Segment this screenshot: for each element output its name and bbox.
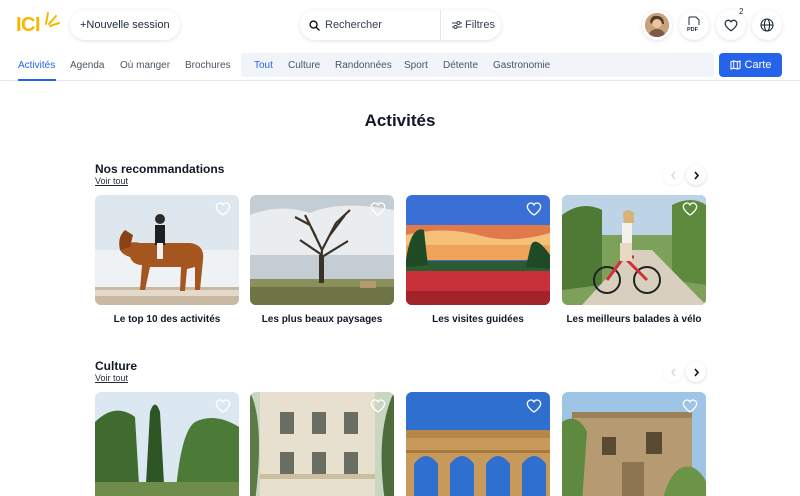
- card-title: Les plus beaux paysages: [261, 314, 383, 325]
- card-title: Les visites guidées: [432, 314, 524, 325]
- heart-icon: [724, 19, 738, 31]
- card-image: [95, 195, 239, 305]
- category-detente[interactable]: Détente: [443, 60, 478, 71]
- card-image: [95, 392, 239, 496]
- search-bar: Rechercher Filtres: [300, 10, 501, 40]
- card-title: Les meilleurs balades à vélo: [566, 314, 702, 325]
- carousel-next-button[interactable]: [686, 362, 706, 382]
- chevron-right-icon: [693, 170, 699, 180]
- avatar: [645, 13, 669, 37]
- card-image: [562, 392, 706, 496]
- card-image: [406, 392, 550, 496]
- chevron-left-icon: [670, 171, 676, 179]
- category-gastronomie[interactable]: Gastronomie: [493, 60, 550, 71]
- activity-card[interactable]: [562, 392, 706, 496]
- pdf-label: PDF: [687, 27, 699, 33]
- category-filter-bar: Tout Culture Randonnées Sport Détente Ga…: [241, 53, 714, 77]
- sliders-icon: [452, 21, 462, 29]
- favorite-heart-icon[interactable]: [370, 398, 386, 414]
- filters-label: Filtres: [465, 19, 495, 31]
- favorite-heart-icon[interactable]: [526, 201, 542, 217]
- category-randonnees[interactable]: Randonnées: [335, 60, 392, 71]
- language-button[interactable]: [752, 10, 782, 40]
- header: ICI +Nouvelle session Rechercher Filtres: [0, 0, 800, 50]
- logo-text: ICI: [16, 14, 41, 36]
- favorite-heart-icon[interactable]: [526, 398, 542, 414]
- map-button-label: Carte: [744, 59, 772, 71]
- see-all-link[interactable]: Voir tout: [95, 373, 128, 383]
- nav-item-agenda[interactable]: Agenda: [70, 60, 104, 71]
- carousel-prev-button[interactable]: [663, 362, 683, 382]
- page-title: Activités: [364, 111, 436, 130]
- pdf-file-icon: PDF: [687, 16, 700, 33]
- nav-item-activites[interactable]: Activités: [18, 60, 55, 71]
- card-image: [250, 392, 394, 496]
- favorite-heart-icon[interactable]: [215, 398, 231, 414]
- activity-card[interactable]: [406, 392, 550, 496]
- favorite-heart-icon[interactable]: [682, 398, 698, 414]
- filters-button[interactable]: Filtres: [441, 10, 495, 40]
- activity-card[interactable]: Le top 10 des activités: [95, 195, 239, 325]
- section-title: Culture: [95, 359, 137, 373]
- map-button[interactable]: Carte: [719, 53, 782, 77]
- card-image: [562, 195, 706, 305]
- activity-card[interactable]: [250, 392, 394, 496]
- favorite-heart-icon[interactable]: [215, 201, 231, 217]
- category-tout[interactable]: Tout: [254, 60, 273, 71]
- chevron-right-icon: [693, 367, 699, 377]
- activity-card[interactable]: Les meilleurs balades à vélo: [562, 195, 706, 325]
- favorites-count-badge: 2: [739, 7, 744, 16]
- see-all-link[interactable]: Voir tout: [95, 176, 128, 186]
- favorite-heart-icon[interactable]: [370, 201, 386, 217]
- category-culture[interactable]: Culture: [288, 60, 320, 71]
- search-icon: [309, 19, 320, 31]
- avatar-image: [645, 13, 669, 37]
- nav-item-brochures[interactable]: Brochures: [185, 60, 231, 71]
- sun-rays-icon: [45, 12, 60, 27]
- nav-item-ou-manger[interactable]: Où manger: [120, 60, 170, 71]
- favorite-heart-icon[interactable]: [682, 201, 698, 217]
- card-image: [250, 195, 394, 305]
- carousel-prev-button[interactable]: [663, 165, 683, 185]
- category-sport[interactable]: Sport: [404, 60, 428, 71]
- map-icon: [729, 60, 741, 70]
- logo[interactable]: ICI: [16, 10, 60, 38]
- search-label: Rechercher: [325, 19, 382, 31]
- main-nav: Activités Agenda Où manger Brochures Tou…: [0, 53, 800, 81]
- activity-card[interactable]: [95, 392, 239, 496]
- card-image: [406, 195, 550, 305]
- activity-card[interactable]: Les plus beaux paysages: [250, 195, 394, 325]
- active-tab-indicator: [18, 79, 56, 81]
- chevron-left-icon: [670, 368, 676, 376]
- search-button[interactable]: Rechercher: [300, 10, 441, 40]
- globe-icon: [760, 18, 774, 32]
- activity-card[interactable]: Les visites guidées: [406, 195, 550, 325]
- card-title: Le top 10 des activités: [113, 314, 221, 325]
- pdf-button[interactable]: PDF: [679, 10, 709, 40]
- carousel-next-button[interactable]: [686, 165, 706, 185]
- section-title: Nos recommandations: [95, 162, 225, 176]
- new-session-button[interactable]: +Nouvelle session: [70, 10, 180, 40]
- profile-button[interactable]: [642, 10, 672, 40]
